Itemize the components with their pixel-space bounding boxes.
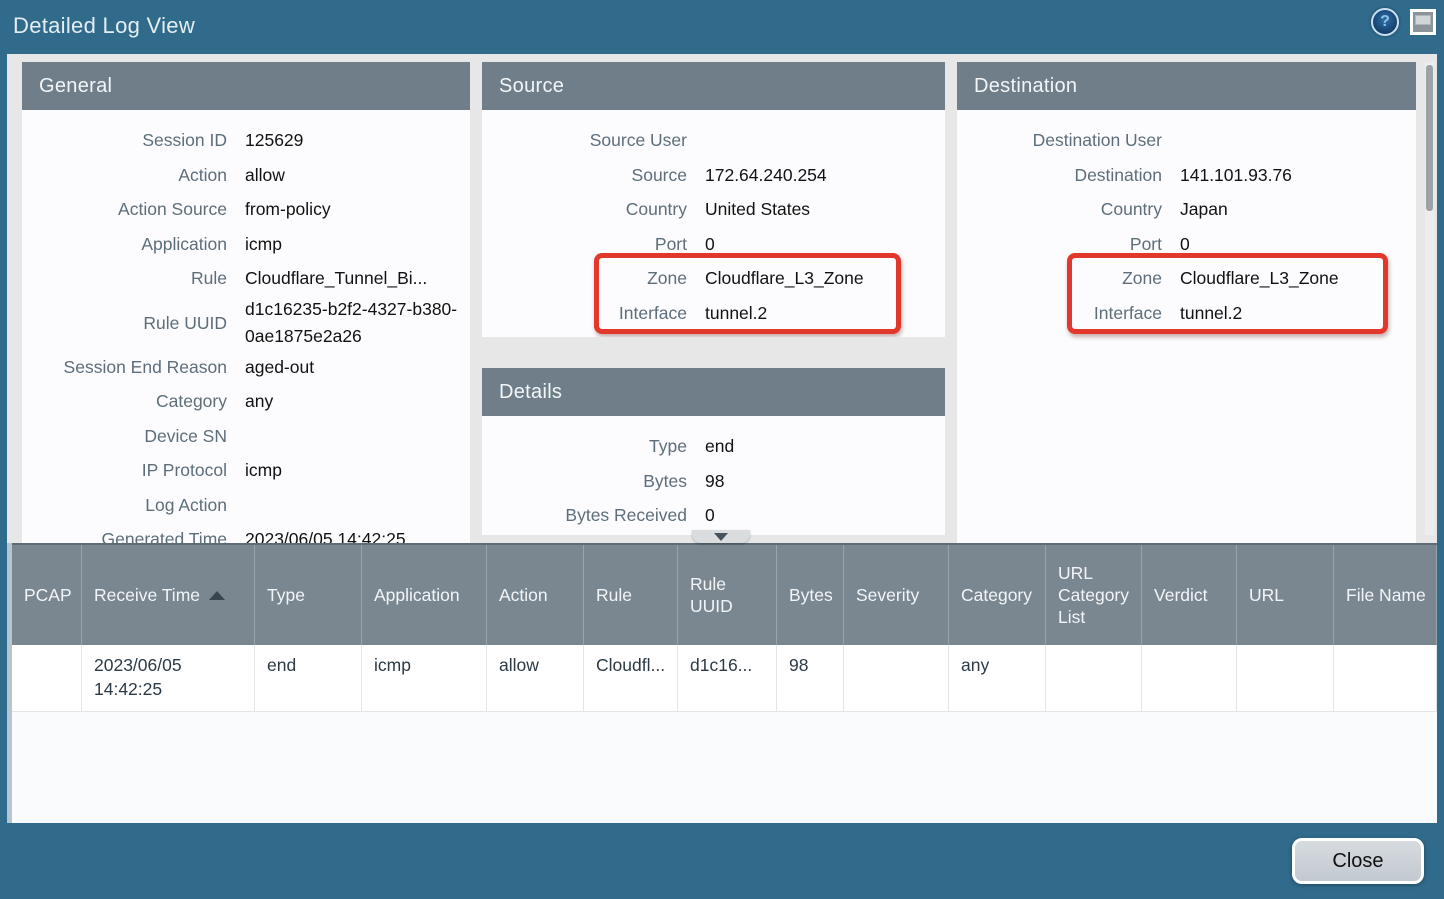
column-header-pcap[interactable]: PCAP [12,545,82,645]
vertical-scrollbar[interactable] [1425,62,1434,535]
column-header-application[interactable]: Application [362,545,487,645]
general-panel-body: Session ID125629 Actionallow Action Sour… [22,110,470,543]
cell-action: allow [487,645,584,711]
destination-panel-body: Destination User Destination141.101.93.7… [957,110,1416,543]
field-device-sn: Device SN [22,419,470,454]
field-ip-protocol: IP Protocolicmp [22,453,470,488]
cell-url-category-list [1046,645,1142,711]
details-panel-title: Details [482,368,945,416]
cell-verdict [1142,645,1237,711]
destination-zone-highlight-group: ZoneCloudflare_L3_Zone Interfacetunnel.2 [957,261,1416,330]
cell-rule-uuid: d1c16... [678,645,777,711]
field-session-end-reason: Session End Reasonaged-out [22,350,470,385]
column-header-verdict[interactable]: Verdict [1142,545,1237,645]
field-bytes: Bytes98 [482,464,945,499]
field-application: Applicationicmp [22,227,470,262]
source-zone-highlight-group: ZoneCloudflare_L3_Zone Interfacetunnel.2 [482,261,945,330]
details-panel-body: Typeend Bytes98 Bytes Received0 [482,416,945,535]
chevron-down-icon [714,533,728,541]
field-destination-user: Destination User [957,123,1416,158]
table-row[interactable]: 2023/06/05 14:42:25 end icmp allow Cloud… [12,645,1437,712]
cell-url [1237,645,1334,711]
column-header-type[interactable]: Type [255,545,362,645]
window-icon-glyph [1415,15,1431,25]
collapse-handle[interactable] [692,530,750,543]
column-header-file-name[interactable]: File Name [1334,545,1437,645]
close-button[interactable]: Close [1292,838,1424,884]
field-source-interface: Interfacetunnel.2 [482,296,945,331]
source-panel: Source Source User Source172.64.240.254 … [482,62,945,337]
log-table-header: PCAP Receive Time Type Application Actio… [12,543,1437,645]
general-panel: General Session ID125629 Actionallow Act… [22,62,470,543]
cell-file-name [1334,645,1437,711]
source-panel-title: Source [482,62,945,110]
destination-panel: Destination Destination User Destination… [957,62,1416,543]
field-log-action: Log Action [22,488,470,523]
field-category: Categoryany [22,384,470,419]
field-destination: Destination141.101.93.76 [957,158,1416,193]
field-generated-time: Generated Time2023/06/05 14:42:25 [22,522,470,543]
general-panel-title: General [22,62,470,110]
column-header-action[interactable]: Action [487,545,584,645]
source-panel-body: Source User Source172.64.240.254 Country… [482,110,945,337]
window-icon[interactable] [1410,9,1436,35]
cell-rule: Cloudfl... [584,645,678,711]
field-action: Actionallow [22,158,470,193]
column-header-bytes[interactable]: Bytes [777,545,844,645]
field-source-port: Port0 [482,227,945,262]
sort-ascending-icon [209,591,225,600]
cell-bytes: 98 [777,645,844,711]
column-header-category[interactable]: Category [949,545,1046,645]
cell-type: end [255,645,362,711]
field-source: Source172.64.240.254 [482,158,945,193]
field-destination-interface: Interfacetunnel.2 [957,296,1416,331]
field-destination-country: CountryJapan [957,192,1416,227]
help-icon[interactable]: ? [1371,8,1399,36]
details-panel: Details Typeend Bytes98 Bytes Received0 [482,368,945,535]
column-header-url[interactable]: URL [1237,545,1334,645]
cell-receive-time: 2023/06/05 14:42:25 [82,645,255,711]
field-destination-port: Port0 [957,227,1416,262]
cell-application: icmp [362,645,487,711]
detail-section: General Session ID125629 Actionallow Act… [7,54,1437,543]
column-header-rule[interactable]: Rule [584,545,678,645]
destination-panel-title: Destination [957,62,1416,110]
field-session-id: Session ID125629 [22,123,470,158]
field-type: Typeend [482,429,945,464]
field-source-user: Source User [482,123,945,158]
field-source-country: CountryUnited States [482,192,945,227]
column-header-receive-time[interactable]: Receive Time [82,545,255,645]
field-source-zone: ZoneCloudflare_L3_Zone [482,261,945,296]
column-header-url-category-list[interactable]: URL Category List [1046,545,1142,645]
log-table: PCAP Receive Time Type Application Actio… [7,543,1437,823]
titlebar: Detailed Log View ? [0,0,1444,54]
field-rule-uuid: Rule UUIDd1c16235-b2f2-4327-b380-0ae1875… [22,296,470,350]
field-bytes-received: Bytes Received0 [482,498,945,533]
cell-category: any [949,645,1046,711]
field-action-source: Action Sourcefrom-policy [22,192,470,227]
column-header-rule-uuid[interactable]: Rule UUID [678,545,777,645]
page-title: Detailed Log View [13,0,195,52]
field-rule: RuleCloudflare_Tunnel_Bi... [22,261,470,296]
column-header-severity[interactable]: Severity [844,545,949,645]
field-destination-zone: ZoneCloudflare_L3_Zone [957,261,1416,296]
cell-severity [844,645,949,711]
scrollbar-thumb[interactable] [1426,65,1433,211]
cell-pcap [12,645,82,711]
